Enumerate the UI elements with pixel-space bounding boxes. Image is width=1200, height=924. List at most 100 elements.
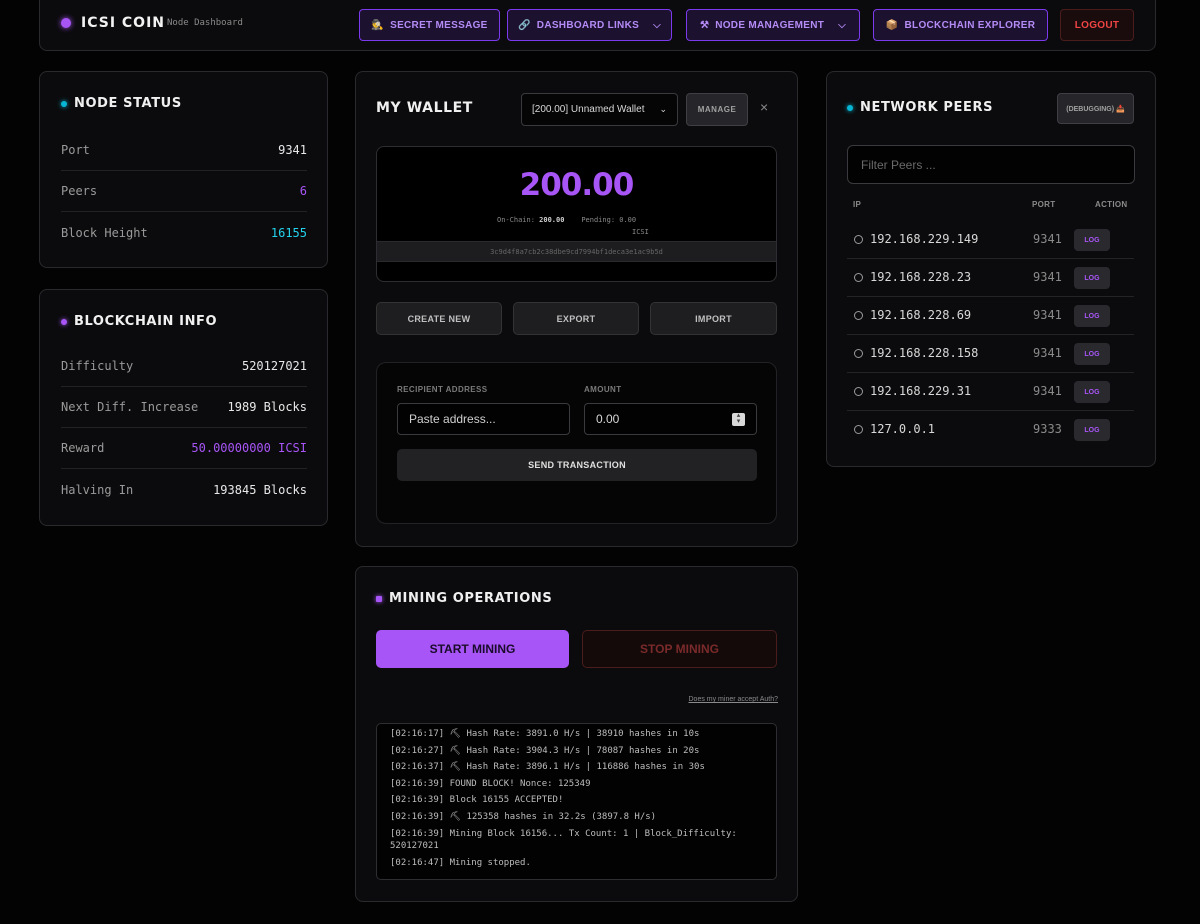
node-management-dropdown[interactable]: ⚒ NODE MANAGEMENT ⌵ — [686, 9, 860, 41]
brand-name: ICSI COIN — [81, 15, 166, 31]
wallet-address[interactable]: 3c9d4f8a7cb2c38dbe9cd7994bf1deca3e1ac9b5… — [377, 241, 776, 262]
status-dot-icon — [61, 318, 67, 325]
wallet-select[interactable]: [200.00] Unnamed Wallet ⌄ — [521, 93, 678, 126]
export-wallet-button[interactable]: EXPORT — [513, 302, 639, 335]
import-wallet-button[interactable]: IMPORT — [650, 302, 777, 335]
blockchain-explorer-label: BLOCKCHAIN EXPLORER — [904, 19, 1036, 31]
debugging-button[interactable]: (DEBUGGING) 📥 — [1057, 93, 1134, 124]
peer-log-button[interactable]: LOG — [1074, 267, 1110, 289]
peer-ip: 192.168.229.31 — [870, 384, 972, 398]
peer-status-icon — [854, 273, 863, 282]
wallet-title: MY WALLET — [376, 100, 473, 116]
peer-ip: 192.168.228.158 — [870, 346, 979, 360]
chevron-down-icon: ⌵ — [653, 19, 661, 31]
amount-input[interactable]: 0.00 ▴ ▾ — [584, 403, 757, 435]
blockchain-info-title: BLOCKCHAIN INFO — [61, 314, 217, 329]
close-icon[interactable]: × — [760, 99, 768, 115]
secret-message-button[interactable]: 🕵 SECRET MESSAGE — [359, 9, 500, 41]
node-status-title: NODE STATUS — [61, 96, 182, 111]
peer-port: 9341 — [1033, 346, 1062, 360]
number-spinner-icon[interactable]: ▴ ▾ — [732, 412, 745, 426]
filter-peers-input[interactable]: Filter Peers ... — [847, 145, 1135, 184]
peer-status-icon — [854, 349, 863, 358]
log-line: [02:16:39] FOUND BLOCK! Nonce: 125349 — [390, 778, 591, 789]
row-value: 16155 — [270, 225, 307, 240]
peer-row: 192.168.229.31 9341 LOG — [847, 373, 1134, 411]
tools-icon: ⚒ — [699, 19, 710, 31]
peer-log-button[interactable]: LOG — [1074, 381, 1110, 403]
peer-row: 127.0.0.1 9333 LOG — [847, 411, 1134, 449]
peer-port: 9341 — [1033, 270, 1062, 284]
mining-title-text: MINING OPERATIONS — [389, 591, 553, 606]
peer-row: 192.168.228.158 9341 LOG — [847, 335, 1134, 373]
node-management-label: NODE MANAGEMENT — [715, 19, 825, 31]
row-label: Difficulty — [61, 359, 134, 373]
send-transaction-button[interactable]: SEND TRANSACTION — [397, 449, 757, 481]
link-icon: 🔗 — [518, 19, 531, 31]
recipient-address-label: RECIPIENT ADDRESS — [397, 385, 488, 394]
peer-status-icon — [854, 311, 863, 320]
peer-row: 192.168.228.23 9341 LOG — [847, 259, 1134, 297]
peer-port: 9341 — [1033, 232, 1062, 246]
row-value: 9341 — [278, 143, 307, 157]
status-dot-icon — [376, 595, 382, 602]
blockchain-explorer-button[interactable]: 📦 BLOCKCHAIN EXPLORER — [873, 9, 1048, 41]
onchain-label: On-Chain: — [497, 216, 535, 224]
network-peers-panel: NETWORK PEERS (DEBUGGING) 📥 Filter Peers… — [826, 71, 1156, 467]
brand-subtitle: Node Dashboard — [167, 18, 243, 28]
peer-row: 192.168.229.149 9341 LOG — [847, 221, 1134, 259]
mining-log[interactable]: [02:16:17] ⛏ Hash Rate: 3891.0 H/s | 389… — [376, 723, 777, 880]
create-wallet-button[interactable]: CREATE NEW — [376, 302, 502, 335]
wallet-balance: 200.00 — [519, 167, 635, 203]
node-status-panel: NODE STATUS Port 9341 Peers 6 Block Heig… — [39, 71, 328, 268]
halving-row: Halving In 193845 Blocks — [61, 469, 307, 510]
onchain-value: 200.00 — [539, 216, 565, 224]
peer-log-button[interactable]: LOG — [1074, 305, 1110, 327]
peer-port: 9341 — [1033, 384, 1062, 398]
row-label: Next Diff. Increase — [61, 400, 199, 414]
peer-log-button[interactable]: LOG — [1074, 419, 1110, 441]
peer-status-icon — [854, 425, 863, 434]
spy-icon: 🕵 — [371, 19, 385, 31]
stop-mining-button[interactable]: STOP MINING — [582, 630, 777, 668]
log-line: [02:16:27] ⛏ Hash Rate: 3904.3 H/s | 780… — [390, 745, 700, 756]
peer-log-button[interactable]: LOG — [1074, 343, 1110, 365]
row-label: Peers — [61, 184, 98, 198]
start-mining-button[interactable]: START MINING — [376, 630, 569, 668]
balance-breakdown: On-Chain: 200.00 Pending: 0.00 — [497, 216, 636, 224]
reward-row: Reward 50.00000000 ICSI — [61, 428, 307, 469]
pending-label: Pending: — [581, 216, 616, 224]
status-dot-icon — [847, 104, 853, 111]
mining-title: MINING OPERATIONS — [376, 591, 552, 606]
port-column-header: PORT — [1032, 200, 1056, 209]
peer-ip: 192.168.228.69 — [870, 308, 972, 322]
row-label: Block Height — [61, 225, 148, 240]
package-icon: 📦 — [885, 19, 899, 31]
brand-dot-icon — [61, 18, 71, 28]
logout-button[interactable]: LOGOUT — [1060, 9, 1134, 41]
miner-auth-help-link[interactable]: Does my miner accept Auth? — [689, 696, 779, 703]
row-label: Port — [61, 143, 90, 157]
network-peers-title: NETWORK PEERS — [847, 100, 993, 115]
peer-port: 9341 — [1033, 308, 1062, 322]
manage-wallet-button[interactable]: MANAGE — [686, 93, 748, 126]
pending-value: 0.00 — [619, 216, 637, 224]
node-status-title-text: NODE STATUS — [74, 96, 182, 111]
status-dot-icon — [61, 100, 67, 107]
blockchain-info-title-text: BLOCKCHAIN INFO — [74, 314, 218, 329]
wallet-panel: MY WALLET [200.00] Unnamed Wallet ⌄ MANA… — [355, 71, 798, 547]
peer-ip: 192.168.229.149 — [870, 232, 979, 246]
dashboard-links-dropdown[interactable]: 🔗 DASHBOARD LINKS ⌵ — [507, 9, 672, 41]
log-line: [02:16:39] Mining Block 16156... Tx Coun… — [390, 828, 743, 852]
network-peers-title-text: NETWORK PEERS — [860, 100, 994, 115]
recipient-address-input[interactable]: Paste address... — [397, 403, 570, 435]
peer-log-button[interactable]: LOG — [1074, 229, 1110, 251]
currency-unit: ICSI — [632, 228, 649, 236]
log-line: [02:16:39] Block 16155 ACCEPTED! — [390, 795, 564, 806]
action-column-header: ACTION — [1095, 200, 1128, 209]
top-nav-bar: ICSI COIN Node Dashboard 🕵 SECRET MESSAG… — [39, 0, 1156, 51]
amount-label: AMOUNT — [584, 385, 622, 394]
ip-column-header: IP — [853, 200, 862, 209]
row-value: 193845 Blocks — [213, 482, 307, 497]
wallet-balance-card: 200.00 On-Chain: 200.00 Pending: 0.00 IC… — [376, 146, 777, 282]
